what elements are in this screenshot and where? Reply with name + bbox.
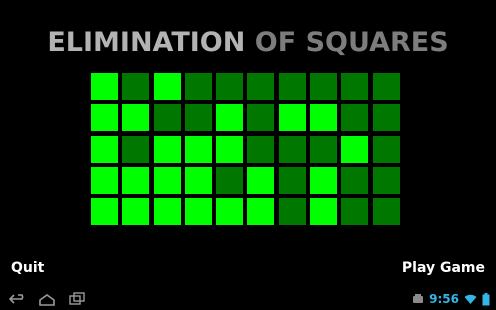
grid-square[interactable] [184, 198, 212, 226]
grid-square[interactable] [216, 166, 244, 194]
back-icon[interactable] [8, 291, 28, 307]
system-navigation-bar: 9:56 [0, 288, 496, 310]
grid-square[interactable] [91, 73, 118, 100]
clock: 9:56 [429, 292, 459, 306]
grid-square[interactable] [91, 166, 118, 194]
grid-square[interactable] [91, 198, 118, 226]
grid-square[interactable] [372, 73, 400, 100]
battery-icon [482, 292, 490, 305]
grid-square[interactable] [310, 135, 338, 163]
grid-square[interactable] [122, 104, 150, 132]
grid-square[interactable] [153, 166, 181, 194]
grid-square[interactable] [216, 135, 244, 163]
grid-square[interactable] [372, 104, 400, 132]
status-area: 9:56 [412, 291, 490, 307]
grid-square[interactable] [341, 73, 369, 100]
grid-square[interactable] [372, 198, 400, 226]
grid-square[interactable] [278, 73, 306, 100]
grid-square[interactable] [153, 73, 181, 100]
grid-square[interactable] [184, 104, 212, 132]
grid-square[interactable] [310, 73, 338, 100]
grid-square[interactable] [310, 104, 338, 132]
grid-square[interactable] [310, 198, 338, 226]
grid-square[interactable] [216, 198, 244, 226]
grid-square[interactable] [372, 166, 400, 194]
grid-square[interactable] [184, 166, 212, 194]
recent-apps-icon[interactable] [67, 291, 87, 307]
notification-icon [413, 294, 424, 303]
grid-square[interactable] [153, 135, 181, 163]
home-icon[interactable] [37, 291, 57, 307]
grid-square[interactable] [216, 104, 244, 132]
grid-square[interactable] [278, 135, 306, 163]
grid-square[interactable] [310, 166, 338, 194]
grid-square[interactable] [122, 73, 150, 100]
wifi-icon [464, 294, 477, 304]
game-title: ELIMINATION OF SQUARES [0, 26, 496, 60]
grid-square[interactable] [247, 135, 275, 163]
grid-square[interactable] [341, 198, 369, 226]
grid-square[interactable] [278, 198, 306, 226]
grid-square[interactable] [341, 135, 369, 163]
grid-square[interactable] [91, 135, 118, 163]
play-game-button[interactable]: Play Game [402, 260, 485, 276]
grid-square[interactable] [278, 104, 306, 132]
grid-square[interactable] [216, 73, 244, 100]
title-part-of-squares: OF SQUARES [254, 27, 449, 58]
grid-square[interactable] [153, 104, 181, 132]
grid-square[interactable] [122, 135, 150, 163]
squares-grid [91, 73, 405, 229]
grid-square[interactable] [247, 73, 275, 100]
grid-square[interactable] [247, 198, 275, 226]
grid-square[interactable] [247, 166, 275, 194]
grid-square[interactable] [153, 198, 181, 226]
grid-square[interactable] [91, 104, 118, 132]
grid-square[interactable] [372, 135, 400, 163]
grid-square[interactable] [122, 198, 150, 226]
grid-square[interactable] [122, 166, 150, 194]
grid-square[interactable] [184, 135, 212, 163]
quit-button[interactable]: Quit [11, 260, 44, 276]
grid-square[interactable] [341, 104, 369, 132]
grid-square[interactable] [247, 104, 275, 132]
grid-square[interactable] [184, 73, 212, 100]
grid-square[interactable] [278, 166, 306, 194]
title-part-elimination: ELIMINATION [47, 27, 246, 58]
grid-square[interactable] [341, 166, 369, 194]
